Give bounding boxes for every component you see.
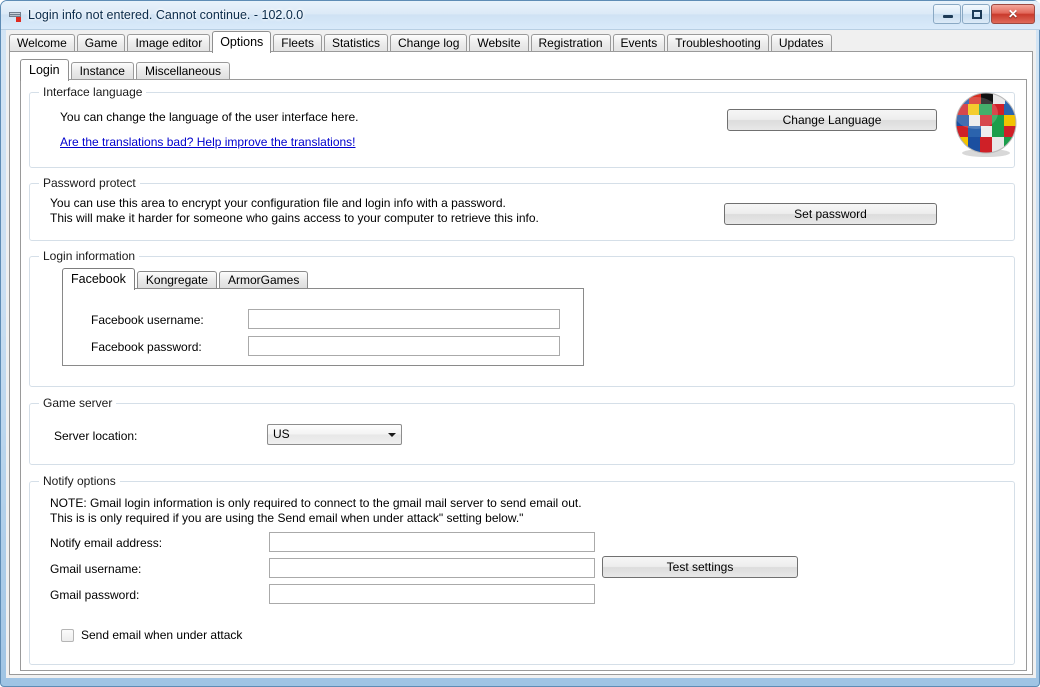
tab-kongregate[interactable]: Kongregate [136,271,217,289]
gmail-username-label: Gmail username: [50,562,142,576]
tab-change-log[interactable]: Change log [389,34,468,52]
tab-label: Instance [79,64,125,78]
options-tab-page: Login Instance Miscellaneous Interface l… [9,51,1033,675]
close-icon: ✕ [1007,7,1019,21]
options-sub-tab-strip: Login Instance Miscellaneous [20,58,232,81]
tab-label: Facebook [71,272,126,286]
login-information-group: Login information Facebook Kongregate Ar… [29,249,1015,387]
tab-label: Options [220,35,264,49]
server-location-value: US [273,427,290,441]
tab-statistics[interactable]: Statistics [323,34,388,52]
window-controls: ✕ [933,4,1035,25]
tab-image-editor[interactable]: Image editor [127,34,211,52]
gmail-username-input[interactable] [269,558,595,578]
notify-options-group: Notify options NOTE: Gmail login informa… [29,474,1015,665]
tab-game[interactable]: Game [76,34,126,52]
minimize-icon [943,15,953,18]
flags-globe-icon [955,92,1017,157]
tab-facebook[interactable]: Facebook [62,268,135,290]
tab-label: Game [84,36,118,50]
tab-label: Troubleshooting [675,36,761,50]
tab-label: Miscellaneous [144,64,222,78]
application-window: Login info not entered. Cannot continue.… [0,0,1040,687]
account-tab-strip: Facebook Kongregate ArmorGames [62,267,310,290]
interface-language-legend: Interface language [39,85,147,99]
tab-registration[interactable]: Registration [530,34,611,52]
interface-language-description: You can change the language of the user … [60,110,359,124]
improve-translations-link[interactable]: Are the translations bad? Help improve t… [60,135,356,150]
password-protect-group: Password protect You can use this area t… [29,176,1015,241]
tab-label: Change log [397,36,460,50]
maximize-icon [972,10,982,19]
facebook-password-input[interactable] [248,336,560,356]
notify-note-line2: This is is only required if you are usin… [50,511,524,525]
tab-label: Welcome [17,36,67,50]
button-label: Test settings [666,560,734,574]
facebook-username-input[interactable] [248,309,560,329]
interface-language-group: Interface language You can change the la… [29,85,1017,168]
facebook-username-label: Facebook username: [91,313,204,327]
tab-updates[interactable]: Updates [770,34,832,52]
gmail-password-label: Gmail password: [50,588,140,602]
facebook-password-label: Facebook password: [91,340,202,354]
password-protect-legend: Password protect [39,176,140,190]
notify-email-label: Notify email address: [50,536,163,550]
notify-options-legend: Notify options [39,474,120,488]
tab-label: Website [477,36,521,50]
tab-miscellaneous[interactable]: Miscellaneous [135,62,231,80]
tab-label: Image editor [135,36,203,50]
chevron-down-icon [383,425,401,444]
tab-events[interactable]: Events [612,34,666,52]
server-location-select[interactable]: US [267,424,402,445]
button-label: Set password [794,207,867,221]
tab-label: Kongregate [145,273,208,287]
notify-email-input[interactable] [269,532,595,552]
tab-troubleshooting[interactable]: Troubleshooting [667,34,769,52]
game-server-group: Game server Server location: US [29,396,1015,465]
client-area: Welcome Game Image editor Options Fleets… [6,30,1036,678]
tab-login[interactable]: Login [20,59,69,81]
minimize-button[interactable] [933,4,961,24]
tab-label: Updates [778,36,824,50]
tab-label: Events [620,36,658,50]
facebook-tab-page: Facebook username: Facebook password: [62,288,584,366]
server-location-label: Server location: [54,429,138,443]
gmail-password-input[interactable] [269,584,595,604]
tab-options[interactable]: Options [212,31,272,53]
password-protect-line1: You can use this area to encrypt your co… [50,196,506,210]
window-title: Login info not entered. Cannot continue.… [28,8,304,22]
tab-instance[interactable]: Instance [70,62,134,80]
tab-fleets[interactable]: Fleets [273,34,322,52]
tab-label: ArmorGames [227,273,300,287]
password-protect-line2: This will make it harder for someone who… [50,211,539,225]
app-icon [9,12,21,22]
title-bar: Login info not entered. Cannot continue.… [1,1,1040,30]
tab-website[interactable]: Website [469,34,529,52]
game-server-legend: Game server [39,396,117,410]
tab-label: Registration [538,36,603,50]
main-tab-strip: Welcome Game Image editor Options Fleets… [9,31,1033,53]
close-button[interactable]: ✕ [991,4,1035,24]
maximize-button[interactable] [962,4,990,24]
tab-armorgames[interactable]: ArmorGames [218,271,309,289]
notify-note-line1: NOTE: Gmail login information is only re… [50,496,582,510]
tab-label: Fleets [281,36,314,50]
set-password-button[interactable]: Set password [724,203,937,225]
login-information-legend: Login information [39,249,140,263]
send-email-under-attack-checkbox[interactable] [61,629,74,642]
button-label: Change Language [782,113,882,127]
send-email-under-attack-label: Send email when under attack [81,628,243,642]
tab-welcome[interactable]: Welcome [9,34,75,52]
tab-label: Login [29,63,60,77]
tab-label: Statistics [331,36,380,50]
test-settings-button[interactable]: Test settings [602,556,798,578]
change-language-button[interactable]: Change Language [727,109,937,131]
login-sub-tab-page: Interface language You can change the la… [20,79,1027,671]
